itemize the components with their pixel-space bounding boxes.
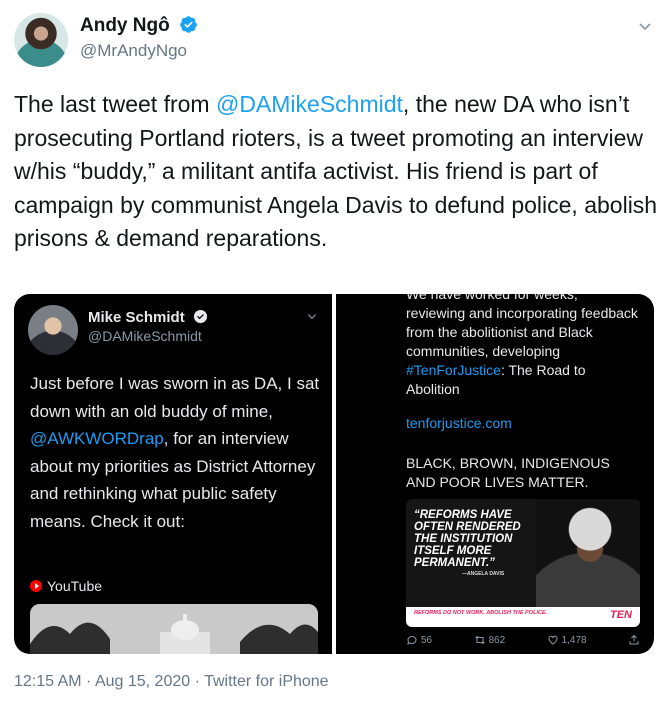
poster-banner-text: REFORMS DO NOT WORK. ABOLISH THE POLICE.: [414, 610, 548, 616]
video-thumbnail: [30, 604, 318, 654]
source-label: Twitter for iPhone: [204, 673, 329, 690]
embedded-name-row: Mike Schmidt: [88, 309, 208, 326]
author-handle[interactable]: @MrAndyNgo: [80, 41, 187, 61]
embedded-avatar: [28, 305, 78, 355]
reply-icon: [407, 635, 417, 645]
embedded-caps-text: BLACK, BROWN, INDIGENOUS AND POOR LIVES …: [406, 455, 610, 490]
heart-icon: [548, 635, 558, 645]
embedded-text-part: We have worked for weeks, reviewing and …: [406, 294, 638, 359]
timestamp-link[interactable]: 12:15 AM · Aug 15, 2020: [14, 673, 190, 690]
embedded-handle: @DAMikeSchmidt: [88, 328, 202, 344]
embedded-like: 1,478: [547, 634, 587, 646]
embedded-name: Mike Schmidt: [88, 309, 185, 326]
author-name-row[interactable]: Andy Ngô: [80, 15, 198, 37]
embedded-retweet: 862: [474, 634, 506, 646]
embedded-link: tenforjustice.com: [406, 415, 512, 431]
share-icon: [629, 634, 639, 645]
poster-image: “REFORMS HAVE OFTEN RENDERED THE INSTITU…: [406, 499, 640, 627]
youtube-card-label: YouTube: [30, 578, 102, 594]
chevron-down-icon: [307, 314, 317, 320]
verified-badge-icon: [193, 309, 207, 324]
author-avatar[interactable]: [14, 13, 68, 67]
tweet-metadata: 12:15 AM · Aug 15, 2020 · Twitter for iP…: [14, 673, 329, 691]
tweet-card: Andy Ngô @MrAndyNgo The last tweet from …: [0, 0, 667, 708]
portrait-photo: [536, 499, 640, 607]
retweet-count: 862: [488, 634, 506, 646]
media-image-left[interactable]: Mike Schmidt @DAMikeSchmidt Just before …: [14, 294, 332, 654]
author-name[interactable]: Andy Ngô: [80, 15, 170, 36]
embedded-mention: @AWKWORDrap: [30, 429, 164, 448]
meta-separator: ·: [190, 673, 205, 690]
embedded-share: [628, 634, 640, 646]
verified-badge-icon: [180, 16, 197, 33]
tweet-text-part: The last tweet from: [14, 91, 216, 117]
embedded-tweet-text: We have worked for weeks, reviewing and …: [406, 294, 640, 399]
tweet-body: The last tweet from @DAMikeSchmidt, the …: [14, 88, 659, 256]
media-image-right[interactable]: We have worked for weeks, reviewing and …: [336, 294, 654, 654]
embedded-reply: 56: [406, 634, 432, 646]
retweet-icon: [474, 635, 485, 645]
chevron-down-icon[interactable]: [637, 18, 653, 34]
embedded-action-bar: 56 862 1,478: [406, 634, 640, 646]
youtube-icon: [30, 580, 42, 592]
like-count: 1,478: [561, 634, 587, 646]
youtube-label: YouTube: [47, 578, 103, 594]
poster-banner: REFORMS DO NOT WORK. ABOLISH THE POLICE.…: [406, 607, 640, 627]
mention-link[interactable]: @DAMikeSchmidt: [216, 91, 403, 117]
embedded-tweet-text: Just before I was sworn in as DA, I sat …: [30, 370, 324, 535]
capitol-illustration: [30, 604, 318, 654]
reply-count: 56: [421, 634, 433, 646]
embedded-text-part: Just before I was sworn in as DA, I sat …: [30, 374, 320, 421]
media-grid: Mike Schmidt @DAMikeSchmidt Just before …: [14, 294, 654, 654]
poster-attribution: —ANGELA DAVIS: [462, 571, 505, 577]
poster-quote: “REFORMS HAVE OFTEN RENDERED THE INSTITU…: [414, 509, 521, 569]
poster-brand-logo: TEN: [610, 609, 632, 621]
hashtag: #TenForJustice: [406, 362, 501, 378]
